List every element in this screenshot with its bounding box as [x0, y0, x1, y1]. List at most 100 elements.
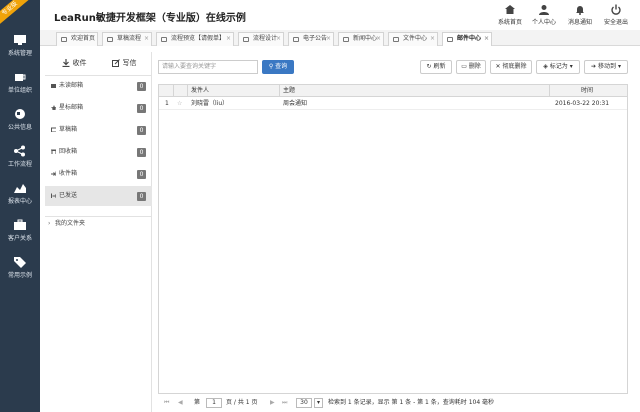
delete-button[interactable]: ▭ 删除: [456, 60, 486, 74]
sidebar-item-system[interactable]: 系统管理: [0, 30, 40, 66]
tab-label: 流程预览【请假单】: [171, 35, 226, 42]
sidebar-item-label: 工作流程: [7, 161, 32, 168]
user-icon: [539, 5, 549, 15]
briefcase-icon: [14, 219, 26, 230]
folder-label: 收件箱: [59, 170, 78, 177]
sidebar-item-reports[interactable]: 报表中心: [0, 178, 40, 214]
page-total: 页 / 共 1 页: [226, 399, 258, 406]
folder-label: 星标邮箱: [59, 104, 84, 111]
tab-label: 电子公告: [303, 35, 328, 42]
tab-flow-preview[interactable]: 流程预览【请假单】 ×: [156, 32, 234, 46]
header: LeaRun敏捷开发框架（专业版）在线示例 系统首页 个人中心 消息通知 安全退…: [40, 0, 640, 30]
close-icon[interactable]: ×: [144, 33, 149, 45]
trash-icon: [51, 149, 56, 154]
tab-flow-design[interactable]: 流程设计 ×: [238, 32, 284, 46]
close-icon[interactable]: ×: [484, 33, 489, 45]
close-icon[interactable]: ×: [326, 33, 331, 45]
pagination: ⏮ ◀ 第 1 页 / 共 1 页 ▶ ⏭ 30 ▾ 检索到 1 条记录，显示 …: [158, 396, 628, 410]
receive-label: 收件: [72, 59, 87, 67]
move-label: 移动到: [598, 63, 617, 70]
close-icon[interactable]: ×: [430, 33, 435, 45]
tab-announcements[interactable]: 电子公告 ×: [288, 32, 334, 46]
close-icon[interactable]: ×: [226, 33, 231, 45]
logout-button-label: 安全退出: [603, 19, 628, 26]
mail-table: 发件人 主题 时间 1 ☆ 刘晓雷（liu） 周会通知 2016-03-22 2…: [158, 84, 628, 394]
divider: [173, 85, 174, 97]
row-number: 1: [165, 100, 169, 107]
home-button-label: 系统首页: [497, 19, 522, 26]
area-chart-icon: [14, 184, 26, 193]
page-number-input[interactable]: 1: [206, 398, 222, 408]
prev-page-icon[interactable]: ◀: [178, 396, 183, 410]
divider: [279, 85, 280, 97]
search-button[interactable]: ⚲ 查询: [262, 60, 294, 74]
close-icon[interactable]: ×: [276, 33, 281, 45]
tab-label: 草稿流程: [117, 35, 142, 42]
tab-mail[interactable]: 邮件中心 ×: [442, 32, 492, 46]
my-folders-toggle[interactable]: › 我的文件夹: [45, 216, 152, 230]
chevron-down-icon[interactable]: ▾: [314, 398, 323, 408]
folder-unread[interactable]: 未读邮箱 0: [45, 76, 152, 96]
refresh-button[interactable]: ↻ 刷新: [420, 60, 452, 74]
page-size-select[interactable]: 30: [296, 398, 312, 408]
logout-button[interactable]: 安全退出: [598, 4, 634, 26]
purge-button[interactable]: ✕ 彻底删除: [490, 60, 532, 74]
tag-icon: ◈: [543, 63, 548, 70]
tab-files[interactable]: 文件中心 ×: [388, 32, 438, 46]
folder-drafts[interactable]: 草稿箱 0: [45, 120, 152, 140]
home-icon: [505, 5, 515, 14]
folder-count: 0: [137, 192, 146, 201]
compose-button[interactable]: 写信: [103, 56, 145, 70]
folder-starred[interactable]: 星标邮箱 0: [45, 98, 152, 118]
mark-as-dropdown[interactable]: ◈ 标记为 ▾: [536, 60, 580, 74]
search-icon: ⚲: [268, 63, 274, 70]
newspaper-icon: [343, 37, 349, 42]
search-button-label: 查询: [275, 63, 288, 70]
tab-draft-flow[interactable]: 草稿流程 ×: [102, 32, 152, 46]
eye-icon: [161, 37, 167, 42]
column-header-sender[interactable]: 发件人: [191, 85, 209, 97]
close-icon[interactable]: ×: [376, 33, 381, 45]
table-row[interactable]: 1 ☆ 刘晓雷（liu） 周会通知 2016-03-22 20:31: [159, 98, 627, 110]
page-label: 第: [194, 399, 201, 406]
last-page-icon[interactable]: ⏭: [282, 396, 287, 410]
column-header-subject[interactable]: 主题: [283, 85, 295, 97]
tag-icon: [14, 257, 26, 268]
sidebar-item-public-info[interactable]: 公共信息: [0, 104, 40, 140]
pager-summary: 检索到 1 条记录，显示 第 1 条 - 第 1 条，查询耗时 104 毫秒: [328, 399, 495, 406]
sidebar-item-crm[interactable]: 客户关系: [0, 215, 40, 251]
first-page-icon[interactable]: ⏮: [164, 396, 169, 410]
move-to-dropdown[interactable]: ➔ 移动到 ▾: [584, 60, 628, 74]
folder-sent[interactable]: 已发送 0: [45, 186, 152, 206]
compose-label: 写信: [122, 59, 137, 67]
sidebar-item-examples[interactable]: 常用示例: [0, 252, 40, 288]
notifications-button-label: 消息通知: [567, 19, 592, 26]
folder-inbox[interactable]: 收件箱 0: [45, 164, 152, 184]
next-page-icon[interactable]: ▶: [270, 396, 275, 410]
edition-badge: 专业版: [0, 0, 29, 26]
folder-count: 0: [137, 126, 146, 135]
search-input[interactable]: 请输入要查询关键字: [158, 60, 258, 74]
folder-label: 已发送: [59, 192, 78, 199]
sidebar-item-org[interactable]: 单位组织: [0, 67, 40, 103]
mark-label: 标记为: [549, 63, 568, 70]
notifications-button[interactable]: 消息通知: [562, 4, 598, 26]
mail-in-icon: [51, 171, 56, 176]
tab-label: 欢迎首页: [71, 35, 96, 42]
close-icon: ✕: [495, 63, 501, 70]
column-header-time[interactable]: 时间: [581, 85, 593, 97]
tab-news[interactable]: 新闻中心 ×: [338, 32, 384, 46]
profile-button-label: 个人中心: [531, 19, 556, 26]
profile-button[interactable]: 个人中心: [526, 4, 562, 26]
sidebar-item-workflow[interactable]: 工作流程: [0, 141, 40, 177]
tab-welcome[interactable]: 欢迎首页: [56, 32, 98, 46]
home-button[interactable]: 系统首页: [492, 4, 528, 26]
folder-count: 0: [137, 82, 146, 91]
star-icon[interactable]: ☆: [177, 98, 182, 110]
chevron-right-icon: ›: [48, 220, 51, 227]
folder-count: 0: [137, 170, 146, 179]
row-time: 2016-03-22 20:31: [555, 100, 610, 107]
globe-icon: [15, 109, 25, 119]
receive-button[interactable]: 收件: [53, 56, 95, 70]
folder-trash[interactable]: 回收箱 0: [45, 142, 152, 162]
